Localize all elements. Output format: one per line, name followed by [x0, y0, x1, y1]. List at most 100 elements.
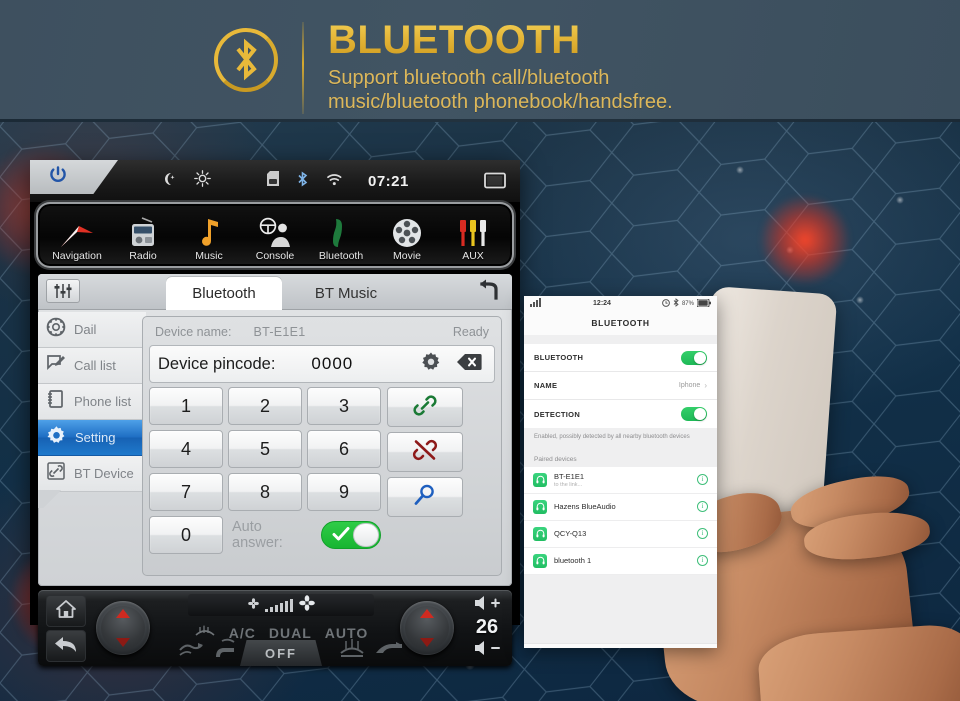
back-button[interactable]	[46, 630, 86, 662]
search-button[interactable]	[387, 477, 463, 517]
fan-icon	[247, 596, 259, 614]
search-icon	[413, 483, 437, 512]
wifi-icon[interactable]	[326, 172, 343, 191]
pincode-input-row[interactable]: Device pincode: 0000	[149, 345, 495, 383]
corner-marker	[38, 490, 66, 508]
list-item[interactable]: Hazens BlueAudio i	[524, 493, 717, 521]
call-list-icon	[46, 353, 66, 378]
increase-icon[interactable]	[116, 609, 130, 618]
phone-row-name[interactable]: NAME Iphone ›	[524, 372, 717, 400]
info-icon[interactable]: i	[697, 528, 708, 540]
power-icon	[48, 165, 68, 190]
menu-item-dail[interactable]: Dail	[38, 312, 146, 348]
row-label: NAME	[534, 381, 558, 390]
list-item[interactable]: bluetooth 1 i	[524, 547, 717, 575]
airflow-feet-icon[interactable]	[210, 637, 240, 664]
phone-screen: 12:24 87% BLUETOOTH BLUETOOTH NAME Iphon…	[524, 296, 717, 648]
tab-bluetooth[interactable]: Bluetooth	[166, 277, 282, 310]
menu-item-phone-list[interactable]: Phone list	[38, 384, 146, 420]
auto-answer-toggle[interactable]	[321, 521, 381, 549]
device-name: QCY-Q13	[554, 529, 587, 539]
power-button[interactable]	[30, 160, 118, 194]
key-0[interactable]: 0	[149, 516, 223, 554]
info-icon[interactable]: i	[697, 474, 708, 486]
detection-toggle[interactable]	[681, 407, 707, 421]
back-arrow-icon	[54, 635, 78, 658]
pincode-label: Device pincode:	[158, 354, 276, 373]
phonebook-icon	[46, 389, 66, 414]
info-icon[interactable]: i	[697, 555, 708, 567]
dock-item-navigation[interactable]: Navigation	[44, 215, 110, 262]
chevron-right-icon: ›	[704, 381, 707, 390]
volume-down-button[interactable]	[468, 639, 506, 661]
list-item[interactable]: QCY-Q13 i	[524, 520, 717, 548]
equalizer-icon[interactable]	[46, 279, 80, 303]
brightness-icon[interactable]	[194, 170, 211, 192]
dock-item-bluetooth[interactable]: Bluetooth	[308, 215, 374, 262]
key-1[interactable]: 1	[149, 387, 223, 425]
link-button[interactable]	[387, 387, 463, 427]
bluetooth-toggle[interactable]	[681, 350, 707, 365]
device-name-value: BT-E1E1	[253, 325, 306, 339]
fan-speed-row[interactable]	[188, 594, 374, 616]
phone-row-bluetooth[interactable]: BLUETOOTH	[524, 344, 717, 372]
tab-bt-music[interactable]: BT Music	[290, 277, 402, 310]
dock-item-movie[interactable]: Movie	[374, 215, 440, 262]
bluetooth-icon[interactable]	[297, 170, 308, 192]
front-defrost-icon[interactable]	[338, 637, 366, 664]
row-label: DETECTION	[534, 409, 581, 419]
key-3[interactable]: 3	[307, 387, 381, 425]
key-4[interactable]: 4	[149, 430, 223, 468]
key-6[interactable]: 6	[307, 430, 381, 468]
recirculate-icon[interactable]	[178, 638, 204, 661]
phone-row-detection[interactable]: DETECTION	[524, 400, 717, 428]
auto-answer-row: Auto answer:	[228, 516, 381, 554]
key-8[interactable]: 8	[228, 473, 302, 511]
toggle-knob	[694, 408, 706, 420]
info-icon[interactable]: i	[697, 501, 708, 513]
menu-item-call-list[interactable]: Call list	[38, 348, 146, 384]
back-arrow-icon[interactable]	[476, 278, 502, 309]
moon-icon[interactable]	[160, 171, 176, 192]
music-note-icon	[196, 215, 222, 249]
dock-item-console[interactable]: Console	[242, 215, 308, 262]
menu-item-bt-device[interactable]: BT Device	[38, 456, 146, 492]
film-reel-icon	[391, 215, 423, 249]
airflow-face-icon[interactable]	[374, 640, 404, 663]
phone-search-bar[interactable]: search	[524, 642, 717, 648]
key-7[interactable]: 7	[149, 473, 223, 511]
key-2[interactable]: 2	[228, 387, 302, 425]
window-icon[interactable]	[484, 171, 506, 194]
dock-item-radio[interactable]: Radio	[110, 215, 176, 262]
sd-card-icon[interactable]	[267, 171, 279, 191]
detection-note: Enabled, possibly detected by all nearby…	[524, 428, 717, 451]
home-button[interactable]	[46, 595, 86, 627]
decrease-icon[interactable]	[116, 638, 130, 647]
backspace-icon[interactable]	[456, 353, 482, 376]
menu-item-setting[interactable]: Setting	[38, 420, 146, 456]
toggle-knob	[694, 351, 706, 364]
device-name: BT-E1E1	[554, 471, 585, 481]
dock-label: Console	[255, 250, 295, 262]
list-item[interactable]: BT-E1E1 to the link... i	[524, 466, 717, 494]
divider	[302, 22, 304, 114]
dock-item-aux[interactable]: AUX	[440, 215, 506, 262]
dock-label: Navigation	[52, 250, 102, 262]
radio-icon	[128, 215, 158, 249]
climate-off-button[interactable]: OFF	[240, 640, 322, 666]
banner-subtitle-line2: music/bluetooth phonebook/handsfree.	[328, 90, 673, 113]
headset-icon	[533, 472, 547, 487]
unlink-button[interactable]	[387, 432, 463, 472]
key-9[interactable]: 9	[307, 473, 381, 511]
decrease-icon[interactable]	[420, 638, 434, 647]
link-icon	[46, 461, 66, 486]
increase-icon[interactable]	[420, 609, 434, 618]
label-dual[interactable]: DUAL	[269, 625, 312, 641]
key-5[interactable]: 5	[228, 430, 302, 468]
dock-item-music[interactable]: Music	[176, 215, 242, 262]
gear-icon[interactable]	[420, 351, 442, 378]
right-temperature-knob[interactable]	[400, 601, 454, 655]
auto-answer-label: Auto answer:	[232, 519, 283, 551]
left-temperature-knob[interactable]	[96, 601, 150, 655]
volume-up-button[interactable]	[468, 594, 506, 616]
